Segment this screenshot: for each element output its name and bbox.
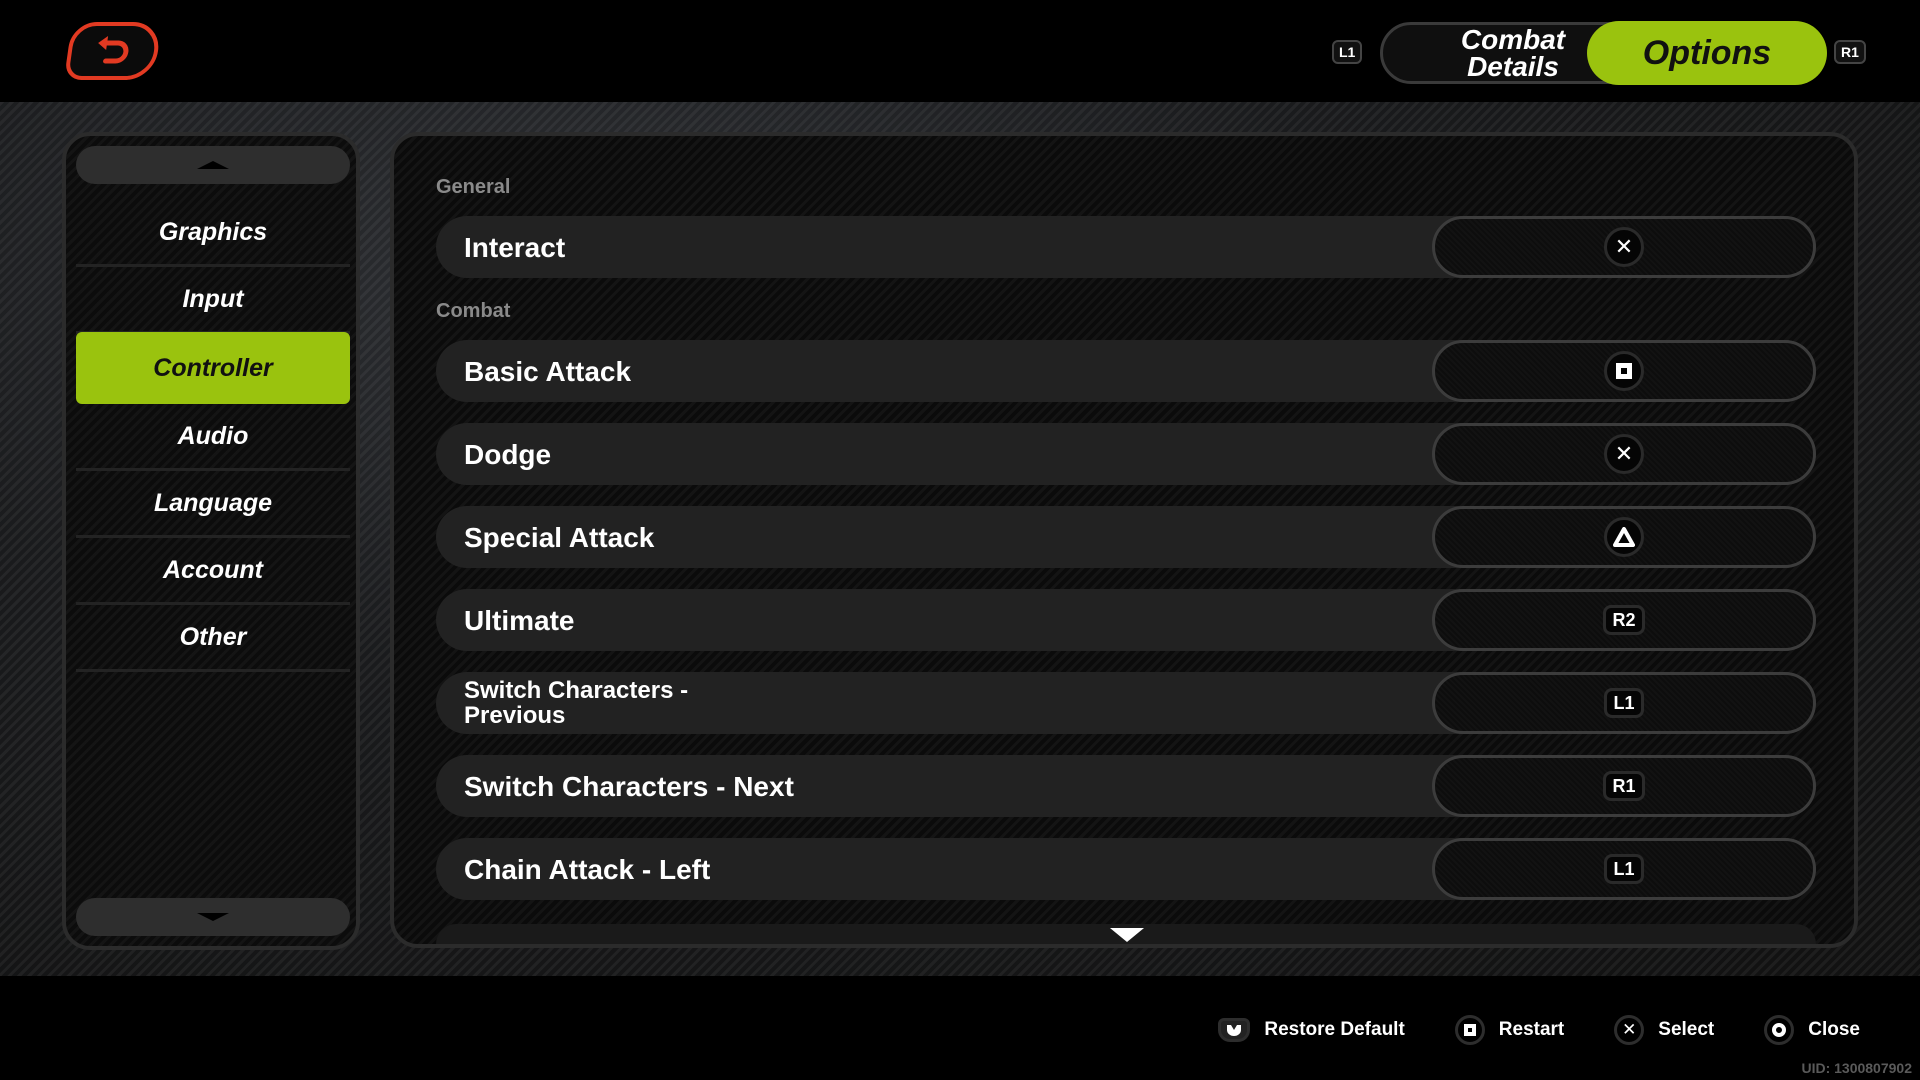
sidebar-item-audio[interactable]: Audio bbox=[76, 404, 350, 471]
close-button[interactable]: Close bbox=[1764, 1015, 1860, 1045]
circle-icon bbox=[1764, 1015, 1795, 1045]
binding-key-button[interactable]: L1 bbox=[1432, 838, 1816, 900]
square-button-icon bbox=[1604, 351, 1644, 391]
back-arrow-icon bbox=[98, 36, 129, 64]
binding-label: Interact bbox=[464, 231, 566, 263]
hint-label: Restore Default bbox=[1264, 1019, 1405, 1040]
tab-options-label: Options bbox=[1642, 33, 1772, 72]
binding-row-basic-attack[interactable]: Basic Attack bbox=[436, 340, 1816, 402]
sidebar-item-label: Account bbox=[163, 555, 263, 584]
r1-bumper-hint[interactable]: R1 bbox=[1834, 40, 1866, 64]
binding-label: Basic Attack bbox=[464, 355, 632, 387]
cross-button-icon: ✕ bbox=[1604, 434, 1644, 474]
scroll-up-button[interactable] bbox=[76, 146, 350, 184]
binding-key-button[interactable]: ✕ bbox=[1432, 216, 1816, 278]
scroll-more-down-icon[interactable] bbox=[1110, 928, 1144, 942]
l1-bumper-icon: L1 bbox=[1604, 854, 1644, 884]
binding-row-switch-next[interactable]: Switch Characters - Next R1 bbox=[436, 755, 1816, 817]
restore-default-button[interactable]: Restore Default bbox=[1218, 1018, 1405, 1042]
binding-row-interact[interactable]: Interact ✕ bbox=[436, 216, 1816, 278]
sidebar-item-input[interactable]: Input bbox=[76, 267, 350, 334]
top-tabs: Combat Details Options bbox=[1380, 21, 1827, 85]
section-title-general: General bbox=[436, 176, 511, 198]
user-id: UID: 1300807902 bbox=[1801, 1060, 1912, 1076]
select-button[interactable]: ✕ Select bbox=[1614, 1015, 1714, 1045]
tab-combat-details-label: Combat Details bbox=[1460, 24, 1566, 82]
scroll-down-button[interactable] bbox=[76, 898, 350, 936]
cross-button-icon: ✕ bbox=[1604, 227, 1644, 267]
top-bar: L1 Combat Details Options R1 bbox=[0, 0, 1920, 102]
binding-label: Switch Characters - Previous bbox=[464, 677, 689, 729]
binding-key-button[interactable] bbox=[1432, 340, 1816, 402]
hint-label: Restart bbox=[1498, 1019, 1565, 1040]
square-icon bbox=[1454, 1015, 1485, 1045]
tab-options[interactable]: Options bbox=[1587, 21, 1827, 85]
sidebar-item-controller[interactable]: Controller bbox=[76, 332, 350, 404]
controller-settings-panel: General Interact ✕ Combat Basic Attack D… bbox=[390, 132, 1858, 948]
binding-row-chain-attack-left[interactable]: Chain Attack - Left L1 bbox=[436, 838, 1816, 900]
binding-label: Special Attack bbox=[464, 521, 655, 553]
restart-button[interactable]: Restart bbox=[1454, 1015, 1565, 1045]
hint-label: Select bbox=[1658, 1019, 1715, 1040]
binding-key-button[interactable]: R2 bbox=[1432, 589, 1816, 651]
section-title-combat: Combat bbox=[436, 300, 511, 322]
footer-hints: Restore Default Restart ✕ Select Close bbox=[1218, 1015, 1860, 1045]
l1-bumper-hint[interactable]: L1 bbox=[1332, 40, 1363, 64]
settings-sidebar: Graphics Input Controller Audio Language… bbox=[62, 132, 360, 950]
binding-row-dodge[interactable]: Dodge ✕ bbox=[436, 423, 1816, 485]
sidebar-item-label: Other bbox=[179, 622, 247, 651]
binding-label: Chain Attack - Left bbox=[464, 853, 711, 885]
cross-icon: ✕ bbox=[1614, 1015, 1645, 1045]
binding-row-switch-previous[interactable]: Switch Characters - Previous L1 bbox=[436, 672, 1816, 734]
sidebar-item-language[interactable]: Language bbox=[76, 471, 350, 538]
r1-bumper-icon: R1 bbox=[1603, 771, 1645, 801]
sidebar-item-graphics[interactable]: Graphics bbox=[76, 200, 350, 267]
l1-bumper-icon: L1 bbox=[1604, 688, 1644, 718]
chevron-up-icon bbox=[197, 161, 229, 169]
hint-label: Close bbox=[1808, 1019, 1860, 1040]
sidebar-item-label: Audio bbox=[177, 421, 249, 450]
chevron-down-icon bbox=[197, 913, 229, 921]
binding-row-ultimate[interactable]: Ultimate R2 bbox=[436, 589, 1816, 651]
sidebar-item-other[interactable]: Other bbox=[76, 605, 350, 672]
binding-key-button[interactable]: L1 bbox=[1432, 672, 1816, 734]
sidebar-item-account[interactable]: Account bbox=[76, 538, 350, 605]
triangle-button-icon bbox=[1604, 517, 1644, 557]
binding-row-special-attack[interactable]: Special Attack bbox=[436, 506, 1816, 568]
back-button[interactable] bbox=[63, 22, 163, 80]
sidebar-list: Graphics Input Controller Audio Language… bbox=[76, 200, 350, 672]
sidebar-item-label: Input bbox=[182, 284, 244, 313]
binding-key-button[interactable]: ✕ bbox=[1432, 423, 1816, 485]
sidebar-item-label: Language bbox=[153, 488, 273, 517]
sidebar-item-label: Graphics bbox=[158, 217, 268, 246]
binding-label: Switch Characters - Next bbox=[464, 770, 794, 802]
binding-key-button[interactable] bbox=[1432, 506, 1816, 568]
binding-label: Ultimate bbox=[464, 604, 575, 636]
sidebar-item-label: Controller bbox=[153, 353, 273, 382]
binding-label: Dodge bbox=[464, 438, 552, 470]
binding-key-button[interactable]: R1 bbox=[1432, 755, 1816, 817]
r2-trigger-icon: R2 bbox=[1603, 605, 1645, 635]
touchpad-icon bbox=[1218, 1018, 1251, 1042]
